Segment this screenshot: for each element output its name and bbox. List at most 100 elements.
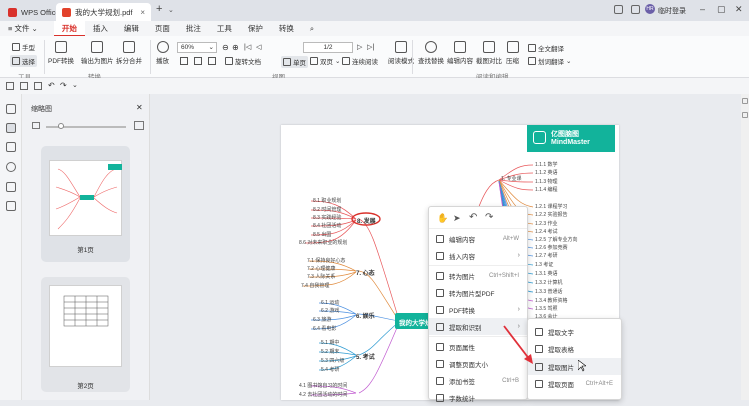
page-number-field[interactable]: 1/2 <box>303 42 353 53</box>
leaf-node: 8.4 社团活动 <box>313 223 342 229</box>
submenu-item-extract-table[interactable]: 提取表格 <box>528 340 621 357</box>
save-icon[interactable] <box>20 82 28 90</box>
menu-item-label: 字数统计 <box>449 395 475 403</box>
tab-list-chevron-icon[interactable]: ⌄ <box>168 6 174 14</box>
edit-content-button[interactable]: 编辑内容 <box>447 41 473 65</box>
fulltext-translate-button[interactable]: 全文翻译 <box>528 43 564 53</box>
next-page-icon[interactable]: ▷ <box>357 43 362 51</box>
avatar[interactable]: HR <box>645 4 655 14</box>
zoom-select[interactable]: 60% ⌄ <box>177 42 217 53</box>
undo-icon[interactable]: ↶ <box>48 81 55 90</box>
menu-item-to-image[interactable]: 转为图片 Ctrl+Shift+I <box>429 267 527 284</box>
window-layout-icon[interactable] <box>614 5 623 14</box>
properties-icon[interactable] <box>742 112 748 118</box>
panel-toggle-icon[interactable] <box>742 98 748 104</box>
menu-start[interactable]: 开始 <box>53 21 85 36</box>
attachment-icon[interactable] <box>6 162 16 172</box>
menu-item-add-bookmark[interactable]: 添加书签 Ctrl+B <box>429 372 527 389</box>
menu-insert[interactable]: 插入 <box>85 21 116 36</box>
fit-width-icon[interactable] <box>194 57 202 65</box>
submenu-item-extract-image[interactable]: 提取图片 <box>528 358 621 375</box>
menu-file[interactable]: ≡ 文件 ⌄ <box>4 21 46 36</box>
chevron-down-icon[interactable]: ⌄ <box>72 81 78 89</box>
prev-page-icon[interactable]: ◁ <box>256 43 261 51</box>
cursor-icon <box>12 57 20 65</box>
select-tool-button[interactable]: 选择 <box>10 55 37 67</box>
login-link[interactable]: 临时登录 <box>658 6 686 16</box>
workspace-icon[interactable] <box>631 5 640 14</box>
search-icon[interactable]: ⌕ <box>302 21 322 36</box>
double-page-button[interactable]: 双页 ⌄ <box>310 56 340 66</box>
rotate-document-button[interactable]: 旋转文档 <box>225 56 261 66</box>
minimize-icon[interactable]: – <box>700 4 705 14</box>
small-image-icon <box>32 122 40 129</box>
new-tab-button[interactable]: + <box>156 3 162 15</box>
menu-item-edit-content[interactable]: 编辑内容 Alt+W <box>429 230 527 247</box>
maximize-icon[interactable]: ▢ <box>717 4 726 15</box>
menu-item-to-image-pdf[interactable]: 转为图片型PDF <box>429 284 527 301</box>
close-window-icon[interactable]: ✕ <box>735 4 743 15</box>
continuous-read-button[interactable]: 连续阅读 <box>342 56 378 66</box>
open-icon[interactable] <box>6 82 14 90</box>
screenshot-compare-button[interactable]: 截图对比 <box>476 41 502 65</box>
play-icon <box>156 41 169 53</box>
find-replace-button[interactable]: 查找替换 <box>418 41 444 65</box>
zoom-in-icon[interactable]: ⊕ <box>232 43 239 52</box>
redo-icon[interactable]: ↷ <box>60 81 67 90</box>
rotate-right-icon[interactable]: ↷ <box>485 212 493 223</box>
first-page-icon[interactable]: |◁ <box>244 43 251 51</box>
menu-page[interactable]: 页面 <box>147 21 178 36</box>
hand-icon[interactable]: ✋ <box>437 213 448 224</box>
thumbnail-icon[interactable] <box>6 123 16 133</box>
zoom-value: 60% <box>181 44 195 51</box>
thumbnail-page-1[interactable]: 第1页 <box>41 146 130 262</box>
compress-button[interactable]: 压缩 <box>506 41 519 65</box>
menu-item-word-count[interactable]: 字数统计 <box>429 389 527 406</box>
single-page-button[interactable]: 单页 <box>281 56 308 68</box>
menu-item-label: 提取和识别 <box>449 324 482 332</box>
read-mode-button[interactable]: 阅读模式 <box>388 41 414 65</box>
leaf-node: 6.1 运动 <box>321 300 340 306</box>
menu-item-pdf-convert[interactable]: PDF转换 › <box>429 301 527 318</box>
split-merge-button[interactable]: 拆分合并 <box>116 41 142 65</box>
menu-protect[interactable]: 保护 <box>240 21 271 36</box>
extract-icon <box>436 322 444 331</box>
zoom-out-icon[interactable]: ⊖ <box>222 43 229 52</box>
menu-item-label: 提取图片 <box>548 364 574 372</box>
play-button[interactable]: 播放 <box>156 41 169 65</box>
tab-document[interactable]: 我的大学规划.pdf × <box>56 3 151 21</box>
leaf-node: 4.2 去社团活动的时间 <box>299 392 348 398</box>
menu-convert[interactable]: 转换 <box>271 21 302 36</box>
cursor-icon[interactable]: ➤ <box>453 213 461 224</box>
menu-edit[interactable]: 编辑 <box>116 21 147 36</box>
vertical-scrollbar[interactable] <box>741 94 749 400</box>
bookmark-icon[interactable] <box>6 104 16 114</box>
rotate-icon <box>225 57 233 65</box>
annotation-arrow <box>503 325 533 364</box>
leaf-node: 1.2.1 课程学习 <box>535 204 568 210</box>
submenu-item-extract-text[interactable]: 提取文字 <box>528 323 621 340</box>
leaf-node: 5.3 四六级 <box>321 358 345 364</box>
submenu-item-extract-page[interactable]: 提取页面 Ctrl+Alt+E <box>528 375 621 392</box>
image-pdf-icon <box>436 288 444 297</box>
rotate-left-icon[interactable]: ↶ <box>469 212 477 223</box>
comment-icon[interactable] <box>6 142 16 152</box>
print-icon[interactable] <box>34 82 42 90</box>
word-translate-button[interactable]: 划词翻译 ⌄ <box>528 56 571 66</box>
close-tab-icon[interactable]: × <box>140 8 145 17</box>
pdf-convert-button[interactable]: PDF转换 <box>48 41 74 65</box>
fit-page-icon[interactable] <box>180 57 188 65</box>
slider-handle[interactable] <box>58 123 64 129</box>
last-page-icon[interactable]: ▷| <box>367 43 374 51</box>
menu-tools[interactable]: 工具 <box>209 21 240 36</box>
signature-icon[interactable] <box>6 182 16 192</box>
thumbnail-page-2[interactable]: 第2页 <box>41 277 130 392</box>
menu-comment[interactable]: 批注 <box>178 21 209 36</box>
close-panel-icon[interactable]: ✕ <box>136 103 143 112</box>
menu-item-insert-content[interactable]: 插入内容 › <box>429 247 527 264</box>
hand-tool-button[interactable]: 手型 <box>12 42 35 52</box>
layers-icon[interactable] <box>6 201 16 211</box>
actual-size-icon[interactable] <box>208 57 216 65</box>
export-image-button[interactable]: 输出为图片 <box>81 41 114 65</box>
leaf-node: 1.1.2 英语 <box>535 170 558 176</box>
